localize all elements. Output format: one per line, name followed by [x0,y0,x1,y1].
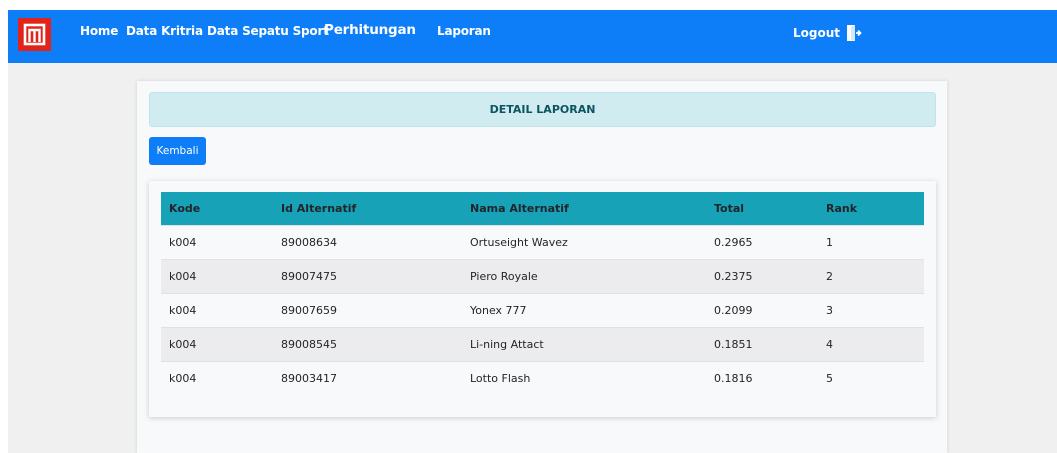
cell-nama-alternatif: Ortuseight Wavez [462,224,706,259]
cell-total: 0.1816 [706,360,818,395]
detail-report-title: DETAIL LAPORAN [489,103,596,116]
cell-total: 0.2375 [706,258,818,293]
table-row: k004 89007475 Piero Royale 0.2375 2 [161,258,924,293]
cell-kode: k004 [161,292,273,327]
sign-out-icon [847,25,862,41]
col-rank-header: Rank [826,201,858,215]
cell-nama-alternatif: Lotto Flash [462,360,706,395]
cell-rank: 4 [818,326,924,361]
table-row: k004 89008634 Ortuseight Wavez 0.2965 1 [161,224,924,259]
page-frame: Home Data Kritria Data Sepatu Sport Perh… [8,10,1057,453]
cell-nama-alternatif: Li-ning Attact [462,326,706,361]
cell-id-alternatif: 89007475 [273,258,462,293]
cell-id-alternatif: 89008545 [273,326,462,361]
cell-rank: 5 [818,360,924,395]
nav-sepatu-link[interactable]: Data Sepatu Sport [207,24,329,38]
cell-nama-alternatif: Yonex 777 [462,292,706,327]
table-row: k004 89007659 Yonex 777 0.2099 3 [161,292,924,327]
cell-rank: 2 [818,258,924,293]
table-header-row: Kode Id Alternatif Nama Alternatif Total… [161,192,924,225]
cell-id-alternatif: 89003417 [273,360,462,395]
cell-rank: 3 [818,292,924,327]
cell-kode: k004 [161,360,273,395]
cell-total: 0.2099 [706,292,818,327]
cell-kode: k004 [161,224,273,259]
cell-kode: k004 [161,326,273,361]
cell-kode: k004 [161,258,273,293]
cell-total: 0.2965 [706,224,818,259]
table-row: k004 89003417 Lotto Flash 0.1816 5 [161,360,924,395]
table-row: k004 89008545 Li-ning Attact 0.1851 4 [161,326,924,361]
nav-kriteria-link[interactable]: Data Kritria [126,24,203,38]
col-kode-header: Kode [169,201,201,215]
cell-total: 0.1851 [706,326,818,361]
cell-id-alternatif: 89007659 [273,292,462,327]
logout-button[interactable]: Logout [793,24,862,42]
col-id-alternatif-header: Id Alternatif [281,201,357,215]
cell-rank: 1 [818,224,924,259]
report-table: Kode Id Alternatif Nama Alternatif Total… [161,192,924,395]
logout-label: Logout [793,26,841,40]
nav-perhitungan-link[interactable]: Perhitungan [324,22,416,38]
nav-home-link[interactable]: Home [80,24,118,38]
report-table-card: Kode Id Alternatif Nama Alternatif Total… [149,181,936,417]
report-card: DETAIL LAPORAN Kembali Kode Id Alternati… [137,81,947,453]
back-button[interactable]: Kembali [149,137,206,165]
col-total-header: Total [714,201,745,215]
navbar: Home Data Kritria Data Sepatu Sport Perh… [8,10,1057,63]
cell-nama-alternatif: Piero Royale [462,258,706,293]
brand-logo-icon[interactable] [18,18,51,51]
col-nama-alternatif-header: Nama Alternatif [470,201,569,215]
detail-report-header: DETAIL LAPORAN [149,92,936,127]
cell-id-alternatif: 89008634 [273,224,462,259]
nav-laporan-link[interactable]: Laporan [437,24,491,38]
